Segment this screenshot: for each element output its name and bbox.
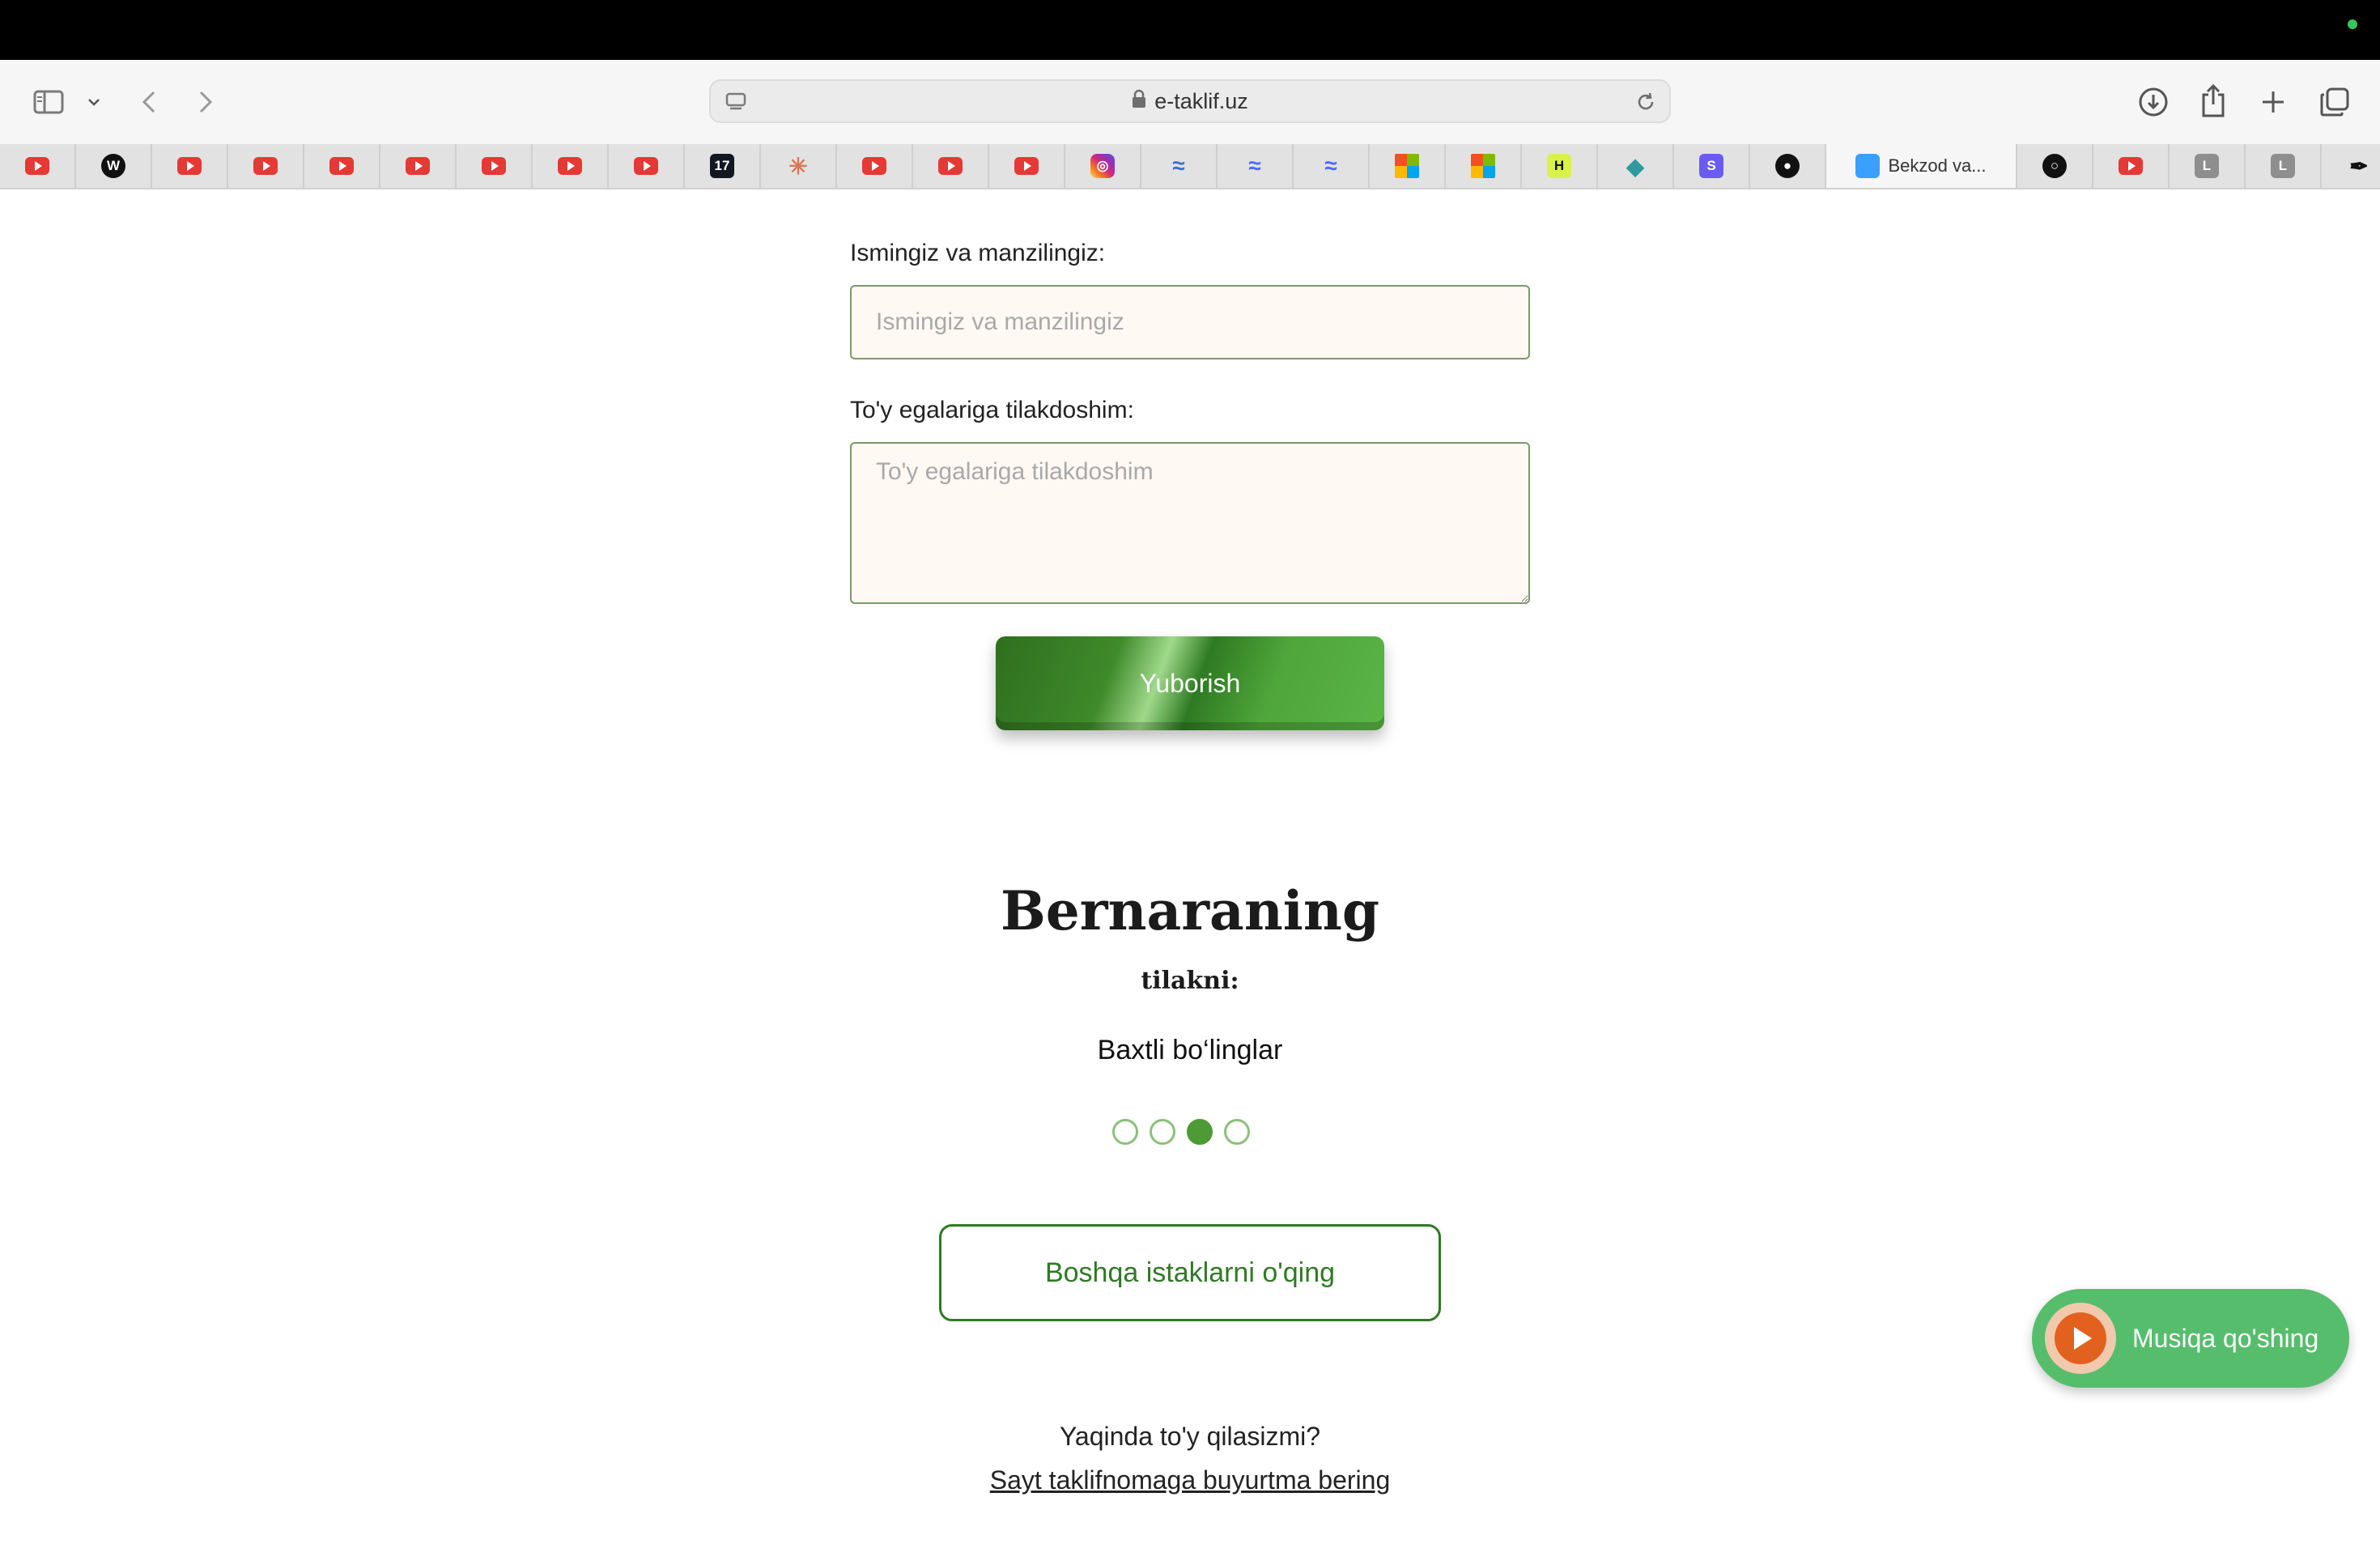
youtube-icon — [634, 157, 658, 175]
w-logo-icon: W — [101, 154, 125, 178]
youtube-icon — [25, 157, 49, 175]
browser-tab[interactable]: L — [2170, 144, 2246, 188]
forward-icon[interactable] — [191, 84, 220, 120]
microsoft-icon — [1395, 154, 1419, 178]
youtube-icon — [938, 157, 963, 175]
youtube-icon — [558, 157, 582, 175]
address-bar[interactable]: e-taklif.uz — [709, 79, 1671, 123]
pager-dot[interactable] — [1187, 1119, 1213, 1145]
youtube-icon — [862, 157, 886, 175]
pen-icon: ✒ — [2349, 153, 2369, 179]
lock-icon — [1132, 89, 1146, 114]
browser-tab[interactable] — [913, 144, 989, 188]
browser-tab[interactable]: ○ — [2017, 144, 2093, 188]
read-more-wishes-button[interactable]: Boshqa istaklarni o'qing — [939, 1224, 1441, 1321]
browser-tab[interactable] — [989, 144, 1065, 188]
wish-author: Bernaraning — [1000, 879, 1380, 942]
reload-icon[interactable] — [1634, 90, 1658, 114]
browser-tab[interactable]: ≈ — [1218, 144, 1294, 188]
browser-tab[interactable]: W — [76, 144, 152, 188]
camera-indicator-icon — [2348, 19, 2357, 29]
play-icon-ring — [2045, 1303, 2116, 1374]
youtube-icon — [177, 157, 202, 175]
ring-icon: ○ — [2042, 154, 2067, 178]
browser-tab[interactable]: ◆ — [1598, 144, 1674, 188]
pager-dot[interactable] — [1224, 1119, 1250, 1145]
browser-tab[interactable] — [609, 144, 685, 188]
wish-pager — [1112, 1119, 1250, 1145]
site-icon — [1855, 154, 1881, 178]
page-content: Ismingiz va manzilingiz: To'y egalariga … — [0, 191, 2380, 1548]
name-address-input[interactable] — [850, 285, 1530, 359]
browser-tab[interactable]: 17 — [685, 144, 761, 188]
browser-tab[interactable] — [304, 144, 380, 188]
submit-button[interactable]: Yuborish — [996, 636, 1384, 730]
new-tab-icon[interactable] — [2255, 84, 2291, 120]
add-music-button[interactable]: Musiqa qo'shing — [2032, 1289, 2349, 1388]
browser-tab[interactable] — [533, 144, 609, 188]
share-icon[interactable] — [2195, 79, 2231, 121]
browser-tab[interactable]: ✒ — [2322, 144, 2380, 188]
deepseek-icon: ≈ — [1248, 153, 1261, 178]
tradingview-icon: 17 — [710, 154, 734, 178]
system-menu-bar — [0, 0, 2380, 60]
browser-tab[interactable]: ● — [1750, 144, 1826, 188]
browser-tab[interactable] — [1370, 144, 1446, 188]
youtube-icon — [406, 157, 430, 175]
sidebar-toggle-icon[interactable] — [31, 84, 66, 120]
claude-icon: ✳ — [788, 153, 808, 179]
name-label: Ismingiz va manzilingiz: — [850, 240, 1106, 266]
browser-tab[interactable] — [1446, 144, 1522, 188]
browser-tab[interactable]: H — [1522, 144, 1598, 188]
instagram-icon: ◎ — [1090, 154, 1115, 178]
youtube-icon — [482, 157, 506, 175]
s-logo-icon: S — [1699, 154, 1723, 178]
wish-text: Baxtli bo‘linglar — [1097, 1035, 1283, 1065]
browser-tab[interactable] — [0, 144, 76, 188]
browser-tab[interactable]: ✳ — [761, 144, 837, 188]
browser-tab[interactable] — [380, 144, 457, 188]
url-text[interactable]: e-taklif.uz — [1154, 89, 1248, 114]
l-logo-icon: L — [2271, 154, 2295, 178]
deepseek-icon: ≈ — [1324, 153, 1337, 178]
pager-dot[interactable] — [1112, 1119, 1138, 1145]
wish-subtitle: tilakni: — [1141, 967, 1239, 995]
github-icon: ● — [1775, 154, 1800, 178]
youtube-icon — [1014, 157, 1039, 175]
tab-overview-icon[interactable] — [2315, 83, 2354, 121]
youtube-icon — [329, 157, 354, 175]
browser-tab[interactable] — [152, 144, 228, 188]
tab-bar: W 17 ✳ ◎ ≈ ≈ ≈ H ◆ S ● Bekzod va... ○ L L ✒ — [0, 144, 2380, 189]
wish-textarea[interactable] — [850, 442, 1530, 604]
tab-title: Bekzod va... — [1888, 155, 1987, 176]
wish-label: To'y egalariga tilakdoshim: — [850, 397, 1134, 423]
youtube-icon — [253, 157, 278, 175]
footer-question: Yaqinda to'y qilasizmi? — [1059, 1422, 1321, 1451]
youtube-icon — [2119, 157, 2143, 175]
back-icon[interactable] — [134, 84, 164, 120]
microsoft-icon — [1471, 154, 1495, 178]
pager-dot[interactable] — [1150, 1119, 1175, 1145]
l-logo-icon: L — [2195, 154, 2219, 178]
browser-toolbar: e-taklif.uz — [0, 60, 2380, 144]
order-site-link[interactable]: Sayt taklifnomaga buyurtma bering — [0, 1465, 2380, 1495]
browser-tab[interactable]: S — [1674, 144, 1750, 188]
browser-tab[interactable] — [2093, 144, 2170, 188]
h-logo-icon: H — [1547, 154, 1571, 178]
browser-tab[interactable]: Bekzod va... — [1826, 144, 2017, 188]
add-music-label: Musiqa qo'shing — [2132, 1323, 2319, 1353]
browser-tab[interactable]: ≈ — [1141, 144, 1218, 188]
diamond-icon: ◆ — [1626, 153, 1644, 179]
browser-tab[interactable]: L — [2246, 144, 2322, 188]
waves-icon: ≈ — [1172, 153, 1185, 178]
browser-tab[interactable]: ◎ — [1065, 144, 1141, 188]
browser-tab[interactable] — [228, 144, 304, 188]
browser-tab[interactable]: ≈ — [1294, 144, 1370, 188]
chevron-down-icon[interactable] — [84, 91, 104, 113]
play-icon — [2055, 1312, 2106, 1364]
downloads-icon[interactable] — [2134, 83, 2173, 121]
browser-tab[interactable] — [457, 144, 533, 188]
browser-tab[interactable] — [837, 144, 913, 188]
